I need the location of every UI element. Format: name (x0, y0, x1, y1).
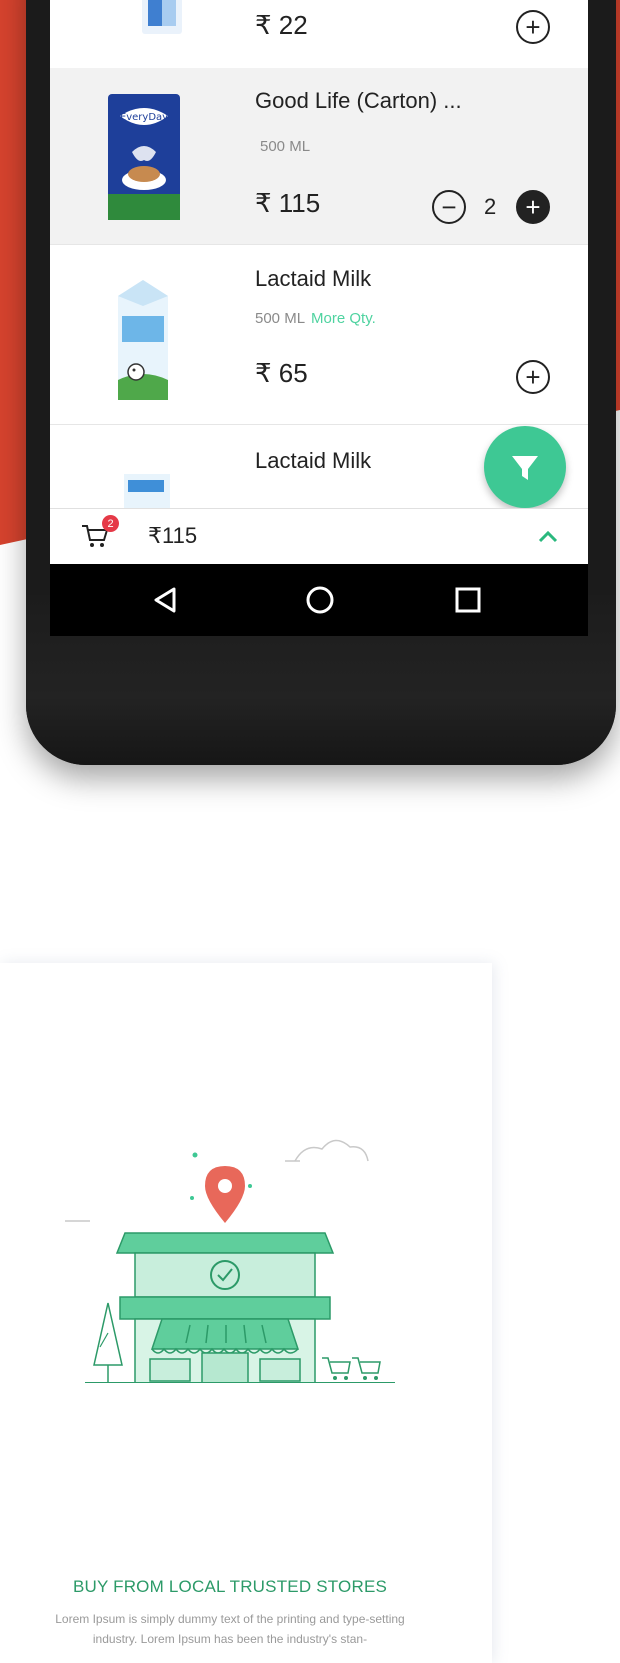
onboarding-card: BUY FROM LOCAL TRUSTED STORES Lorem Ipsu… (0, 963, 492, 1663)
add-to-cart-button[interactable]: + (516, 10, 550, 44)
plus-circle-icon: + (525, 192, 541, 222)
filter-icon (512, 456, 538, 480)
home-circle-icon[interactable] (304, 584, 336, 616)
product-size: 500 ML (260, 138, 311, 155)
product-price: ₹ 65 (255, 358, 308, 388)
cart-count-badge: 2 (102, 515, 119, 532)
product-name: Good Life (Carton) ... (255, 88, 462, 113)
product-price: ₹ 115 (255, 188, 321, 218)
product-size: 500 ML (255, 310, 306, 327)
plus-circle-icon: + (525, 362, 541, 392)
lactaid-carton-image (118, 280, 168, 400)
everyday-pack-image: EveryDay (108, 94, 180, 220)
quantity-value: 2 (484, 194, 497, 219)
cart-summary-bar[interactable]: 2 ₹115 (50, 508, 588, 565)
product-size-row: 500 ML More Qty. (255, 310, 376, 327)
decrease-quantity-button[interactable]: − (432, 190, 466, 224)
plus-circle-icon: + (525, 12, 541, 42)
product-name: Lactaid Milk (255, 266, 372, 291)
recents-square-icon[interactable] (452, 584, 484, 616)
filter-button[interactable] (484, 426, 566, 508)
cart-total: ₹115 (148, 523, 198, 548)
svg-text:EveryDay: EveryDay (120, 112, 168, 123)
add-to-cart-button[interactable]: + (516, 360, 550, 394)
product-row[interactable]: ₹ 22 + (50, 0, 588, 69)
product-row[interactable]: EveryDay Good Life (Carton) ... 500 ML ₹… (50, 68, 588, 245)
system-navigation-bar (50, 564, 588, 636)
increase-quantity-button[interactable]: + (516, 190, 550, 224)
more-qty-link[interactable]: More Qty. (311, 310, 376, 327)
onboarding-description: Lorem Ipsum is simply dummy text of the … (55, 1612, 405, 1646)
lactaid-carton-image (124, 474, 170, 508)
onboarding-title: BUY FROM LOCAL TRUSTED STORES (72, 1577, 388, 1596)
store-illustration (65, 1139, 395, 1383)
product-price: ₹ 22 (255, 10, 308, 40)
product-name: Lactaid Milk (255, 448, 372, 473)
product-row[interactable]: Lactaid Milk 500 ML More Qty. ₹ 65 + (50, 244, 588, 425)
back-triangle-icon[interactable] (150, 584, 182, 616)
milk-pack-image (142, 0, 182, 34)
phone-frame: ₹ 22 + EveryDay Good Life (Carton) ... 5… (26, 0, 616, 765)
chevron-up-icon[interactable] (536, 525, 560, 549)
minus-circle-icon: − (441, 192, 457, 222)
app-screen: ₹ 22 + EveryDay Good Life (Carton) ... 5… (50, 0, 588, 636)
